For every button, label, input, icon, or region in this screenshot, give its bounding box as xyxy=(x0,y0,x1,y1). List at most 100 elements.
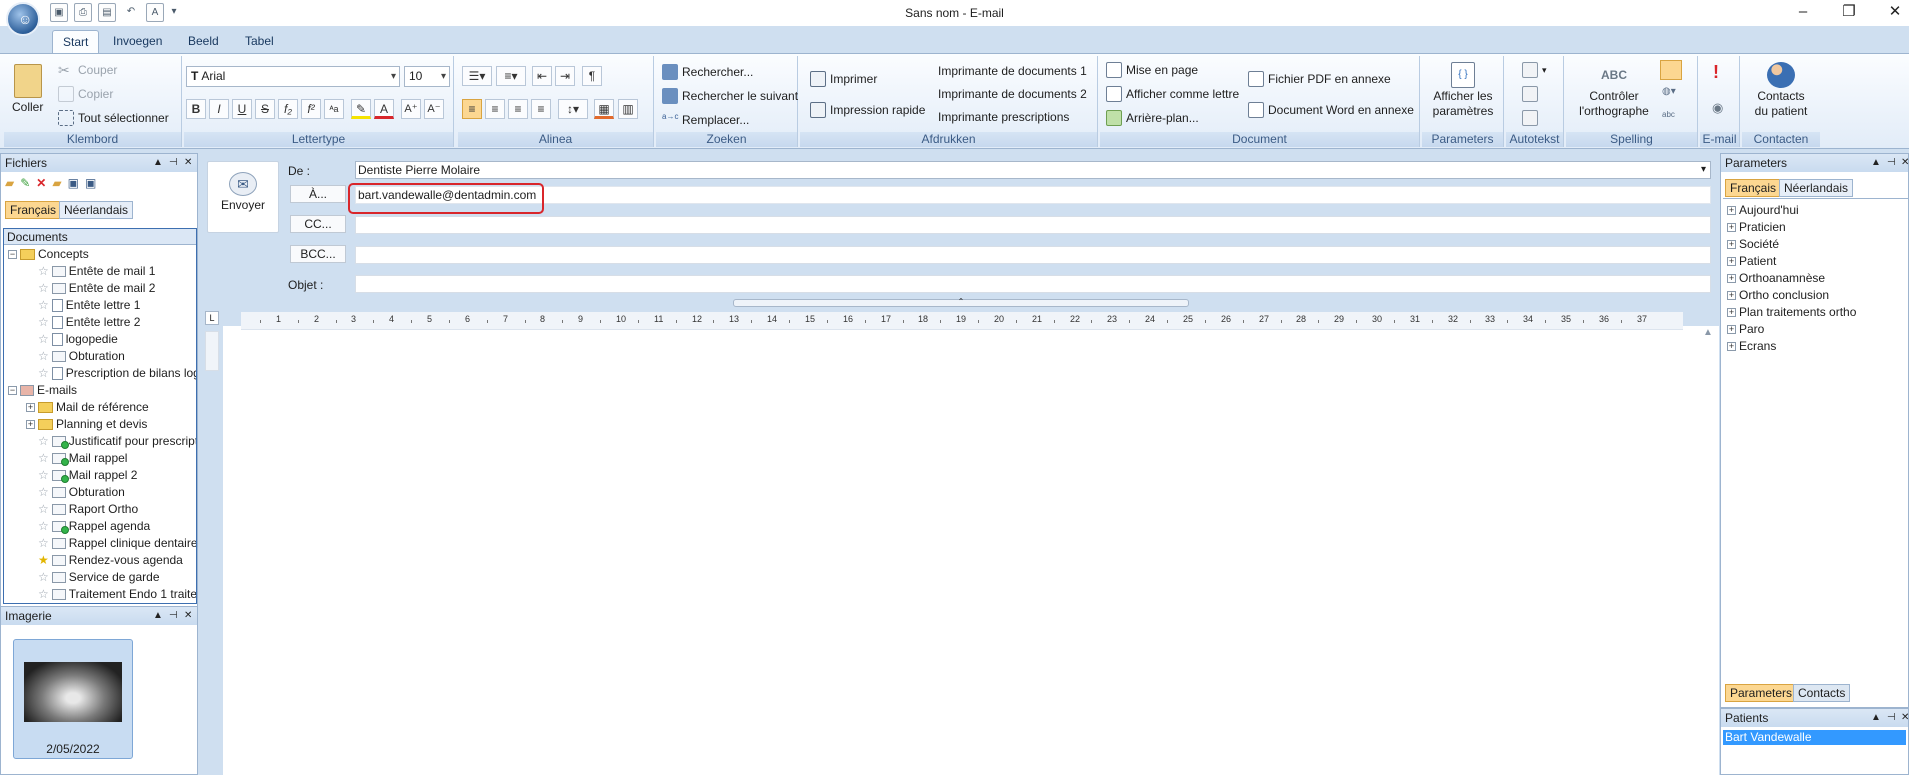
xray-thumbnail[interactable]: 2/05/2022 xyxy=(13,639,133,759)
param-item[interactable]: + Ortho conclusion xyxy=(1727,287,1829,304)
read-receipt-icon[interactable]: ◉ xyxy=(1712,100,1723,116)
param-item[interactable]: + Patient xyxy=(1727,253,1776,270)
expand-icon[interactable]: + xyxy=(1727,206,1736,215)
tree-item[interactable]: ☆ Prescription de bilans logo xyxy=(38,365,196,382)
align-right-button[interactable]: ≡ xyxy=(508,99,528,119)
panel-menu-icon[interactable]: ▲ xyxy=(1871,709,1881,727)
paste-button[interactable]: Coller xyxy=(12,64,43,114)
word-attachment-button[interactable]: Document Word en annexe xyxy=(1248,102,1414,118)
star-icon[interactable]: ☆ xyxy=(38,314,49,331)
subscript-button[interactable]: f₂ xyxy=(278,99,298,119)
autotext-button-3[interactable] xyxy=(1522,110,1538,126)
bottom-tab-contacts[interactable]: Contacts xyxy=(1793,684,1851,702)
body-editor[interactable] xyxy=(223,326,1719,775)
expand-icon[interactable]: + xyxy=(1727,240,1736,249)
star-icon[interactable]: ☆ xyxy=(38,280,49,297)
cut-button[interactable]: ✂ Couper xyxy=(58,62,117,78)
tab-neerlandais[interactable]: Néerlandais xyxy=(59,201,134,219)
pin-icon[interactable]: ⊣ xyxy=(1887,154,1896,172)
expand-icon[interactable]: + xyxy=(1727,257,1736,266)
font-color-icon[interactable]: A xyxy=(146,3,164,22)
star-icon[interactable]: ☆ xyxy=(38,450,49,467)
preview-icon[interactable]: ▤ xyxy=(98,3,116,22)
cc-button[interactable]: CC... xyxy=(290,215,346,233)
close-icon[interactable]: ✕ xyxy=(1901,709,1909,727)
qat-customize-icon[interactable]: ▾ xyxy=(168,3,180,22)
tab-stop-selector[interactable]: L xyxy=(205,311,219,325)
font-family-select[interactable]: T Arial xyxy=(186,66,400,87)
superscript-button[interactable]: f² xyxy=(301,99,321,119)
new-folder-icon[interactable]: ▰ xyxy=(52,176,61,196)
background-button[interactable]: Arrière-plan... xyxy=(1106,110,1199,126)
strikethrough-button[interactable]: S xyxy=(255,99,275,119)
collapse-icon[interactable]: − xyxy=(8,386,17,395)
language-icon[interactable]: ◍▾ xyxy=(1662,86,1688,102)
expand-icon[interactable]: + xyxy=(1727,274,1736,283)
pin-icon[interactable]: ⊣ xyxy=(169,607,178,625)
autotext-button-2[interactable] xyxy=(1522,86,1538,102)
select-all-button[interactable]: Tout sélectionner xyxy=(58,110,169,126)
tree-item[interactable]: ☆ Rappel agenda xyxy=(38,518,150,535)
underline-button[interactable]: U xyxy=(232,99,252,119)
param-item[interactable]: + Aujourd'hui xyxy=(1727,202,1799,219)
tree-item[interactable]: ☆ Traitement Endo 1 traitem xyxy=(38,586,196,603)
panel-menu-icon[interactable]: ▲ xyxy=(153,607,163,625)
font-color-button[interactable]: A xyxy=(374,99,394,119)
tree-item[interactable]: ☆ Mail rappel xyxy=(38,450,127,467)
panel-menu-icon[interactable]: ▲ xyxy=(153,154,163,172)
spell-options-icon[interactable]: abc xyxy=(1662,110,1680,124)
star-icon[interactable]: ☆ xyxy=(38,518,49,535)
star-icon[interactable]: ☆ xyxy=(38,331,49,348)
tree-item[interactable]: ☆ logopedie xyxy=(38,331,118,348)
delete-icon[interactable]: ✕ xyxy=(36,176,46,196)
numbering-button[interactable]: ≡▾ xyxy=(496,66,526,86)
param-item[interactable]: + Praticien xyxy=(1727,219,1786,236)
tree-item[interactable]: ☆ Mail rappel 2 xyxy=(38,467,137,484)
find-next-button[interactable]: Rechercher le suivant xyxy=(662,88,798,104)
expand-icon[interactable]: + xyxy=(26,403,35,412)
font-size-select[interactable]: 10 xyxy=(404,66,450,87)
save-icon[interactable]: ▣ xyxy=(68,176,79,196)
star-icon[interactable]: ☆ xyxy=(38,484,49,501)
justify-button[interactable]: ≡ xyxy=(531,99,551,119)
shading-button[interactable]: ▦ xyxy=(594,99,614,119)
tree-item[interactable]: ☆ Raport Ortho xyxy=(38,501,138,518)
star-icon[interactable]: ☆ xyxy=(38,569,49,586)
star-icon[interactable]: ☆ xyxy=(38,586,49,603)
close-icon[interactable]: ✕ xyxy=(184,607,192,625)
tree-folder-emails[interactable]: − E-mails xyxy=(8,382,77,399)
param-item[interactable]: + Orthoanamnèse xyxy=(1727,270,1825,287)
patient-row-selected[interactable]: Bart Vandewalle xyxy=(1723,730,1906,745)
increase-indent-button[interactable]: ⇥ xyxy=(555,66,575,86)
tree-item[interactable]: ☆ Entête de mail 1 xyxy=(38,263,155,280)
header-collapse-handle[interactable]: ⌃ xyxy=(733,298,1189,307)
print-icon[interactable]: ⎙ xyxy=(74,3,92,22)
param-item[interactable]: + Paro xyxy=(1727,321,1764,338)
tree-item[interactable]: ☆ Obturation xyxy=(38,348,125,365)
tree-item[interactable]: ★ Rendez-vous agenda xyxy=(38,552,183,569)
tree-item[interactable]: ☆ Rappel clinique dentaire xyxy=(38,535,196,552)
close-button[interactable]: ✕ xyxy=(1872,0,1909,26)
panel-menu-icon[interactable]: ▲ xyxy=(1871,154,1881,172)
tab-beeld[interactable]: Beeld xyxy=(178,30,229,54)
cc-field[interactable] xyxy=(355,216,1711,234)
decrease-indent-button[interactable]: ⇤ xyxy=(532,66,552,86)
expand-icon[interactable]: + xyxy=(1727,325,1736,334)
star-icon[interactable]: ☆ xyxy=(38,433,49,450)
replace-button[interactable]: a→c Remplacer... xyxy=(662,112,749,128)
tab-start[interactable]: Start xyxy=(52,30,100,54)
bold-button[interactable]: B xyxy=(186,99,206,119)
param-item[interactable]: + Plan traitements ortho xyxy=(1727,304,1856,321)
send-button[interactable]: ✉ Envoyer xyxy=(207,161,279,233)
star-icon[interactable]: ☆ xyxy=(38,535,49,552)
tree-subfolder[interactable]: + Planning et devis xyxy=(26,416,147,433)
close-icon[interactable]: ✕ xyxy=(1901,154,1909,172)
from-select[interactable]: Dentiste Pierre Molaire ▾ xyxy=(355,161,1711,179)
tree-item[interactable]: ☆ Obturation xyxy=(38,484,125,501)
tree-item[interactable]: ☆ Justificatif pour prescriptio xyxy=(38,433,196,450)
star-icon[interactable]: ☆ xyxy=(38,263,49,280)
collapse-icon[interactable]: − xyxy=(8,250,17,259)
auto-spell-toggle[interactable] xyxy=(1660,60,1682,80)
line-spacing-button[interactable]: ↕▾ xyxy=(558,99,588,119)
borders-button[interactable]: ▥ xyxy=(618,99,638,119)
